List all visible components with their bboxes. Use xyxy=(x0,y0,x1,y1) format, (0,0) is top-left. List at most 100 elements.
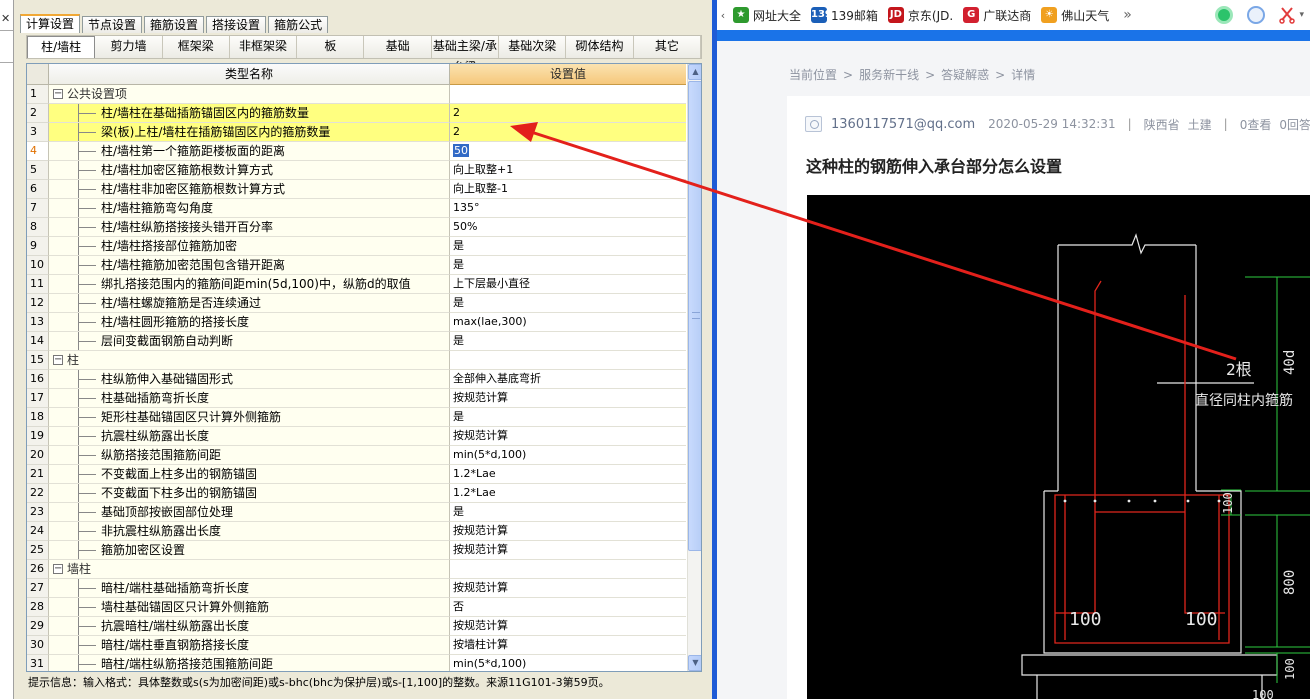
table-row[interactable]: 12 柱/墙柱螺旋箍筋是否连续通过 是 xyxy=(27,294,686,313)
setting-value[interactable]: 按规范计算 xyxy=(453,429,508,442)
top-tab[interactable]: 箍筋公式 xyxy=(268,16,329,33)
collapse-icon[interactable]: − xyxy=(53,89,63,99)
setting-value[interactable]: 是 xyxy=(453,296,464,309)
setting-value[interactable]: max(lae,300) xyxy=(453,315,527,328)
table-row[interactable]: 29 抗震暗柱/端柱纵筋露出长度 按规范计算 xyxy=(27,617,686,636)
table-row[interactable]: 13 柱/墙柱圆形箍筋的搭接长度 max(lae,300) xyxy=(27,313,686,332)
table-row[interactable]: 14 层间变截面钢筋自动判断 是 xyxy=(27,332,686,351)
group-row[interactable]: 15− 柱 xyxy=(27,351,686,370)
scissors-icon[interactable] xyxy=(1279,6,1296,24)
minus-circle-icon[interactable] xyxy=(1247,6,1266,24)
scroll-up-button[interactable]: ▲ xyxy=(688,64,701,80)
setting-value-cell[interactable]: 是 xyxy=(450,294,686,313)
setting-value[interactable]: 1.2*Lae xyxy=(453,486,496,499)
setting-value[interactable]: 按墙柱计算 xyxy=(453,638,508,651)
setting-value-cell[interactable]: 2 xyxy=(450,104,686,123)
setting-value-cell[interactable]: 向上取整-1 xyxy=(450,180,686,199)
collapse-icon[interactable]: − xyxy=(53,355,63,365)
setting-value[interactable]: 50% xyxy=(453,220,477,233)
component-tab[interactable]: 砌体结构 xyxy=(566,36,634,58)
table-row[interactable]: 24 非抗震柱纵筋露出长度 按规范计算 xyxy=(27,522,686,541)
component-tab[interactable]: 柱/墙柱 xyxy=(27,36,96,58)
setting-value[interactable]: 是 xyxy=(453,505,464,518)
bookmark-item[interactable]: ☀ 佛山天气 xyxy=(1041,7,1109,24)
breadcrumb-item[interactable]: 当前位置 xyxy=(789,68,837,82)
setting-value[interactable]: 2 xyxy=(453,106,460,119)
setting-value[interactable]: 按规范计算 xyxy=(453,581,508,594)
table-row[interactable]: 5 柱/墙柱加密区箍筋根数计算方式 向上取整+1 xyxy=(27,161,686,180)
setting-value[interactable]: 是 xyxy=(453,258,464,271)
breadcrumb-item[interactable]: 详情 xyxy=(1011,68,1035,82)
scroll-down-button[interactable]: ▼ xyxy=(688,655,701,671)
setting-value-cell[interactable]: 按规范计算 xyxy=(450,617,686,636)
group-row[interactable]: 26− 墙柱 xyxy=(27,560,686,579)
setting-value[interactable]: 上下层最小直径 xyxy=(453,277,530,290)
table-row[interactable]: 25 箍筋加密区设置 按规范计算 xyxy=(27,541,686,560)
setting-value[interactable]: 向上取整-1 xyxy=(453,182,508,195)
setting-value[interactable]: min(5*d,100) xyxy=(453,448,526,461)
breadcrumb-item[interactable]: 答疑解惑 xyxy=(941,68,989,82)
setting-value-cell[interactable]: 是 xyxy=(450,408,686,427)
setting-value[interactable]: 按规范计算 xyxy=(453,391,508,404)
component-tab[interactable]: 基础 xyxy=(364,36,432,58)
table-row[interactable]: 30 暗柱/端柱垂直钢筋搭接长度 按墙柱计算 xyxy=(27,636,686,655)
table-row[interactable]: 6 柱/墙柱非加密区箍筋根数计算方式 向上取整-1 xyxy=(27,180,686,199)
component-tab[interactable]: 基础次梁 xyxy=(499,36,567,58)
top-tab[interactable]: 箍筋设置 xyxy=(144,16,205,33)
setting-value[interactable]: 按规范计算 xyxy=(453,543,508,556)
chat-icon[interactable] xyxy=(1215,6,1234,24)
setting-value[interactable]: 1.2*Lae xyxy=(453,467,496,480)
setting-value-cell[interactable]: 2 xyxy=(450,123,686,142)
top-tab[interactable]: 计算设置 xyxy=(20,14,81,33)
setting-value-cell[interactable]: 是 xyxy=(450,237,686,256)
setting-value-cell[interactable]: 50 xyxy=(450,142,686,161)
group-row[interactable]: 1− 公共设置项 xyxy=(27,85,686,104)
setting-value-cell[interactable]: 按规范计算 xyxy=(450,579,686,598)
setting-value-cell[interactable]: 是 xyxy=(450,503,686,522)
setting-value-cell[interactable]: min(5*d,100) xyxy=(450,655,686,671)
setting-value[interactable]: 否 xyxy=(453,600,464,613)
cad-drawing-image[interactable]: 2根 直径同柱内箍筋 100 100 100 800 40d 100 100 xyxy=(807,195,1310,699)
setting-value[interactable]: 按规范计算 xyxy=(453,619,508,632)
bookmark-item[interactable]: ★ 网址大全 xyxy=(733,7,801,24)
close-icon[interactable]: ✕ xyxy=(1,12,10,25)
component-tab[interactable]: 剪力墙 xyxy=(95,36,163,58)
collapse-icon[interactable]: − xyxy=(53,564,63,574)
scroll-thumb[interactable] xyxy=(688,81,701,551)
setting-value-cell[interactable]: 按墙柱计算 xyxy=(450,636,686,655)
table-row[interactable]: 2 柱/墙柱在基础插筋锚固区内的箍筋数量 2 xyxy=(27,104,686,123)
table-row[interactable]: 23 基础顶部按嵌固部位处理 是 xyxy=(27,503,686,522)
top-tab[interactable]: 搭接设置 xyxy=(206,16,267,33)
table-row[interactable]: 27 暗柱/端柱基础插筋弯折长度 按规范计算 xyxy=(27,579,686,598)
bookmark-item[interactable]: G 广联达商 xyxy=(963,7,1031,24)
setting-value[interactable]: 50 xyxy=(453,144,469,157)
setting-value-cell[interactable]: 1.2*Lae xyxy=(450,484,686,503)
table-row[interactable]: 4 柱/墙柱第一个箍筋距楼板面的距离 50 xyxy=(27,142,686,161)
chevron-left-icon[interactable]: ‹ xyxy=(717,9,729,22)
setting-value[interactable]: 是 xyxy=(453,239,464,252)
setting-value-cell[interactable]: 按规范计算 xyxy=(450,541,686,560)
setting-value-cell[interactable] xyxy=(450,351,686,370)
setting-value-cell[interactable]: 否 xyxy=(450,598,686,617)
setting-value-cell[interactable]: min(5*d,100) xyxy=(450,446,686,465)
more-bookmarks-icon[interactable]: » xyxy=(1123,7,1132,23)
table-row[interactable]: 8 柱/墙柱纵筋搭接接头错开百分率 50% xyxy=(27,218,686,237)
table-row[interactable]: 28 墙柱基础锚固区只计算外侧箍筋 否 xyxy=(27,598,686,617)
setting-value[interactable]: 向上取整+1 xyxy=(453,163,513,176)
table-row[interactable]: 11 绑扎搭接范围内的箍筋间距min(5d,100)中，纵筋d的取值 上下层最小直径 xyxy=(27,275,686,294)
setting-value[interactable]: 2 xyxy=(453,125,460,138)
top-tab[interactable]: 节点设置 xyxy=(82,16,143,33)
chevron-down-icon[interactable]: ▾ xyxy=(1299,10,1304,20)
setting-value-cell[interactable]: 按规范计算 xyxy=(450,427,686,446)
breadcrumb-item[interactable]: 服务新干线 xyxy=(859,68,919,82)
vertical-scrollbar[interactable]: ▲ ▼ xyxy=(687,64,701,671)
table-row[interactable]: 22 不变截面下柱多出的钢筋锚固 1.2*Lae xyxy=(27,484,686,503)
setting-value-cell[interactable]: 向上取整+1 xyxy=(450,161,686,180)
table-row[interactable]: 10 柱/墙柱箍筋加密范围包含错开距离 是 xyxy=(27,256,686,275)
setting-value-cell[interactable] xyxy=(450,560,686,579)
setting-value[interactable]: 按规范计算 xyxy=(453,524,508,537)
column-header-value[interactable]: 设置值 xyxy=(450,64,686,85)
setting-value-cell[interactable]: 按规范计算 xyxy=(450,522,686,541)
table-row[interactable]: 3 梁(板)上柱/墙柱在插筋锚固区内的箍筋数量 2 xyxy=(27,123,686,142)
setting-value[interactable]: min(5*d,100) xyxy=(453,657,526,670)
